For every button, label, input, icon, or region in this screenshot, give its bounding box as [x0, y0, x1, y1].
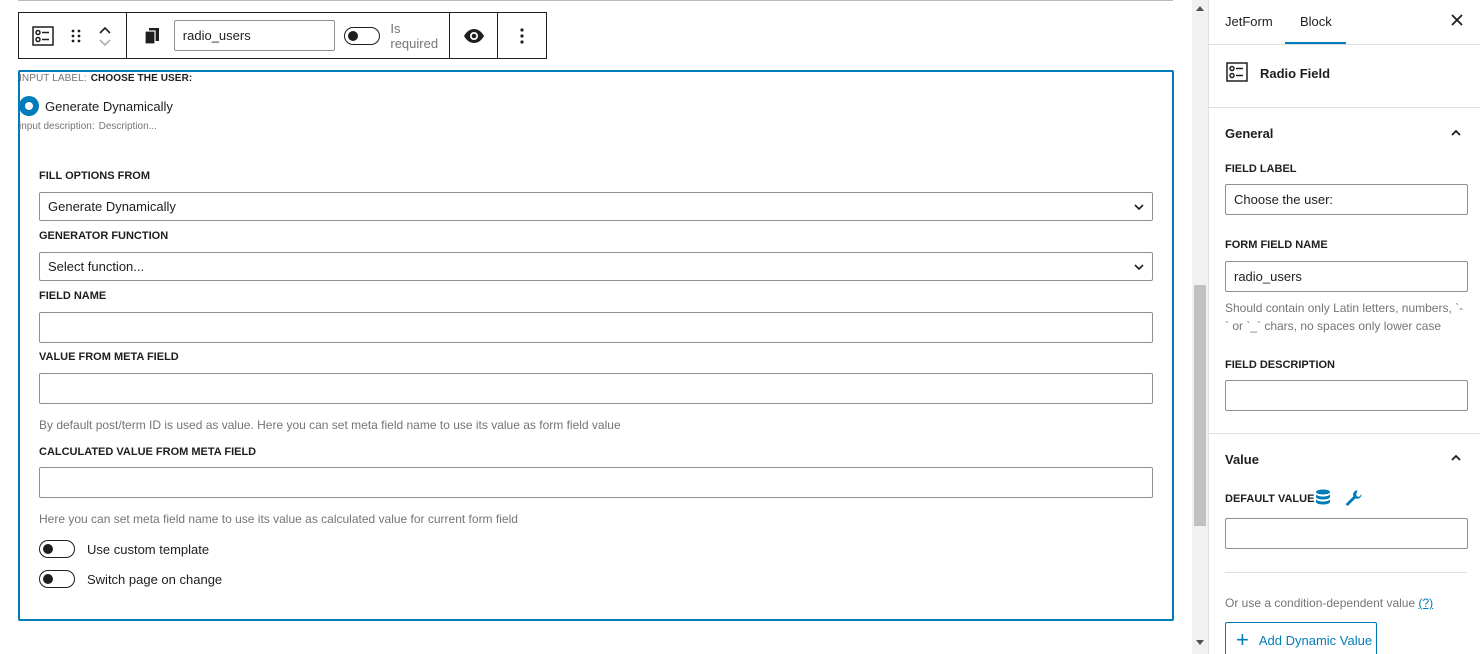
drag-handle-icon[interactable]: [69, 24, 83, 48]
chevron-up-icon[interactable]: [1449, 451, 1463, 465]
field-name-input[interactable]: [173, 20, 335, 51]
value-meta-label: VALUE FROM META FIELD: [39, 351, 179, 363]
editor-canvas: Is required INPUT LABEL: CHOOSE THE USER:…: [0, 0, 1192, 654]
field-name-label: FIELD NAME: [39, 290, 107, 302]
toolbar-preview-group: [450, 13, 499, 58]
field-description-input[interactable]: [1225, 380, 1468, 411]
add-dynamic-value-label: Add Dynamic Value: [1258, 632, 1373, 648]
chevron-down-icon[interactable]: [98, 36, 112, 48]
sidebar-divider: [1225, 572, 1467, 573]
condition-text: Or use a condition-dependent value: [1225, 596, 1416, 610]
plus-icon: +: [1236, 627, 1249, 652]
general-panel-heading[interactable]: General: [1225, 126, 1273, 141]
sidebar-tabs: JetForm Block: [1209, 0, 1480, 45]
close-icon[interactable]: [1447, 10, 1467, 30]
field-label-input[interactable]: [1225, 184, 1468, 215]
copy-icon[interactable]: [141, 24, 164, 48]
generator-function-value: Select function...: [48, 259, 145, 274]
chevron-up-icon[interactable]: [98, 24, 112, 36]
active-tab-indicator: [1285, 42, 1346, 44]
fill-options-select[interactable]: Generate Dynamically: [39, 192, 1153, 221]
scroll-up-arrow[interactable]: [1196, 6, 1204, 11]
switch-page-label: Switch page on change: [87, 571, 223, 587]
form-field-name-label: FORM FIELD NAME: [1225, 239, 1328, 251]
input-label-row: INPUT LABEL: CHOOSE THE USER:: [19, 73, 192, 84]
input-desc-prefix: input description:: [19, 121, 95, 132]
toolbar-settings-group: Is required: [127, 13, 451, 58]
calc-meta-label: CALCULATED VALUE FROM META FIELD: [39, 446, 257, 458]
value-panel-heading[interactable]: Value: [1225, 452, 1259, 467]
chevron-down-icon: [1134, 263, 1144, 270]
switch-page-toggle[interactable]: [39, 570, 75, 588]
input-label-prefix: INPUT LABEL:: [19, 73, 87, 84]
tab-block[interactable]: Block: [1300, 14, 1332, 29]
required-label: Is required: [390, 20, 439, 51]
database-icon[interactable]: [1315, 489, 1331, 507]
add-dynamic-value-button[interactable]: + Add Dynamic Value: [1225, 622, 1377, 654]
calc-meta-input[interactable]: [39, 467, 1153, 498]
chevron-up-icon[interactable]: [1449, 126, 1463, 140]
block-mover: [97, 18, 113, 54]
field-name-setting-input[interactable]: [39, 312, 1153, 343]
scroll-thumb[interactable]: [1194, 285, 1206, 526]
block-toolbar: Is required: [18, 12, 547, 59]
sidebar-divider: [1209, 107, 1480, 108]
toolbar-more-group: [498, 13, 546, 58]
editor-scrollbar[interactable]: [1192, 0, 1208, 654]
condition-dependent-row: Or use a condition-dependent value (?): [1225, 594, 1467, 612]
value-meta-help: By default post/term ID is used as value…: [39, 418, 621, 432]
custom-template-toggle[interactable]: [39, 540, 75, 558]
sidebar-divider: [1209, 433, 1480, 434]
selected-block-frame[interactable]: [18, 70, 1174, 621]
input-desc-placeholder[interactable]: Description...: [99, 121, 157, 132]
radio-field-icon: [1225, 60, 1249, 89]
field-label-label: FIELD LABEL: [1225, 163, 1297, 175]
toolbar-block-group: [19, 13, 127, 58]
more-vertical-icon[interactable]: [510, 24, 534, 48]
radio-selected-icon[interactable]: [19, 96, 39, 116]
tab-jetform[interactable]: JetForm: [1225, 14, 1273, 29]
radio-option-label: Generate Dynamically: [45, 98, 173, 114]
fill-options-value: Generate Dynamically: [48, 199, 176, 214]
custom-template-row: Use custom template: [39, 540, 209, 558]
fill-options-label: FILL OPTIONS FROM: [39, 170, 151, 182]
generator-function-label: GENERATOR FUNCTION: [39, 230, 169, 242]
form-field-name-input[interactable]: [1225, 261, 1468, 292]
value-meta-input[interactable]: [39, 373, 1153, 404]
default-value-input[interactable]: [1225, 518, 1468, 549]
chevron-down-icon: [1134, 203, 1144, 210]
generator-function-select[interactable]: Select function...: [39, 252, 1153, 281]
input-label-value[interactable]: CHOOSE THE USER:: [91, 73, 193, 84]
settings-sidebar: JetForm Block Radio Field General FIELD …: [1208, 0, 1480, 654]
calc-meta-help: Here you can set meta field name to use …: [39, 512, 518, 526]
switch-page-row: Switch page on change: [39, 570, 222, 588]
wrench-icon[interactable]: [1345, 489, 1363, 507]
scroll-down-arrow[interactable]: [1196, 640, 1204, 645]
block-title: Radio Field: [1260, 66, 1331, 81]
required-toggle[interactable]: [344, 26, 381, 45]
field-description-label: FIELD DESCRIPTION: [1225, 359, 1336, 371]
input-description-row: input description: Description...: [19, 121, 157, 132]
eye-icon[interactable]: [462, 24, 486, 48]
custom-template-label: Use custom template: [87, 541, 210, 557]
form-field-name-help: Should contain only Latin letters, numbe…: [1225, 301, 1464, 333]
default-value-label: DEFAULT VALUE: [1225, 493, 1315, 505]
previous-block-divider: [18, 0, 1173, 1]
radio-option[interactable]: Generate Dynamically: [19, 96, 173, 116]
radio-field-icon[interactable]: [31, 24, 55, 48]
condition-help-link[interactable]: (?): [1418, 596, 1433, 610]
